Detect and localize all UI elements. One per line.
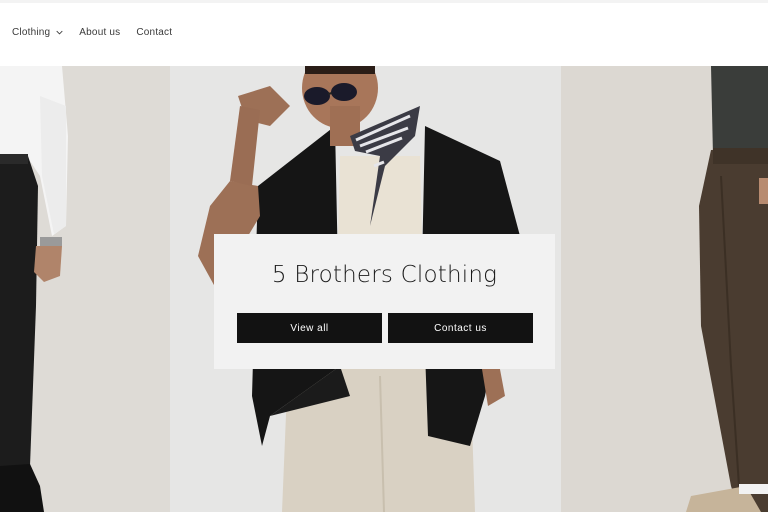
nav-item-about-us[interactable]: About us <box>79 27 120 38</box>
nav-item-contact-label: Contact <box>136 27 173 38</box>
hero-title: 5 Brothers Clothing <box>271 262 498 288</box>
contact-us-button[interactable]: Contact us <box>388 313 533 343</box>
site-header: Clothing About us Contact <box>0 3 768 66</box>
nav-item-contact[interactable]: Contact <box>136 27 172 38</box>
chevron-down-icon <box>56 29 63 36</box>
nav-item-clothing-label: Clothing <box>12 27 51 38</box>
hero-banner: 5 Brothers Clothing View all Contact us <box>0 66 768 512</box>
hero-image-right <box>561 66 768 512</box>
hero-image-left <box>0 66 170 512</box>
view-all-button[interactable]: View all <box>237 313 382 343</box>
main-nav: Clothing About us Contact <box>12 27 188 38</box>
hero-content-card: 5 Brothers Clothing View all Contact us <box>214 234 555 369</box>
nav-item-about-us-label: About us <box>79 27 121 38</box>
nav-item-clothing[interactable]: Clothing <box>12 27 63 38</box>
